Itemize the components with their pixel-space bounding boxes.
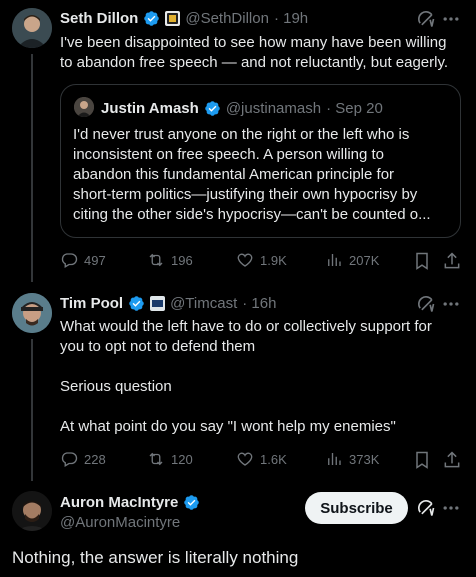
grok-icon[interactable] (416, 294, 436, 314)
grok-icon[interactable] (416, 9, 436, 29)
like-count: 1.6K (260, 451, 287, 467)
tweet-text-line: At what point do you say "I wont help my… (60, 418, 396, 435)
tweet-text: Nothing, the answer is literally nothing (12, 548, 299, 567)
quoted-text-line: I'd never trust anyone on the right or t… (73, 126, 410, 143)
thread-connector (31, 339, 33, 481)
tweet-text-line: you to opt not to defend them (60, 338, 256, 355)
like-button[interactable]: 1.9K (236, 251, 287, 269)
reply-count: 228 (84, 451, 106, 467)
repost-icon (149, 253, 163, 267)
views-count: 207K (349, 252, 380, 268)
tweet-text-line: What would the left have to do or collec… (60, 318, 432, 335)
avatar-auron-macintyre[interactable] (12, 491, 52, 531)
reply-icon (61, 452, 78, 467)
quoted-text-line: abandon this fundamental American princi… (73, 166, 395, 183)
tweet-text: What would the left have to do or collec… (60, 317, 470, 437)
avatar-seth-dillon[interactable] (12, 8, 52, 48)
reply-icon (61, 253, 78, 268)
views-button[interactable]: 373K (325, 450, 379, 468)
quoted-text-line: citing the other side's hypocrisy—can't … (73, 206, 431, 223)
quoted-text-line: short-term politics—justifying their own… (73, 186, 418, 203)
repost-icon (149, 452, 163, 466)
views-button[interactable]: 207K (325, 251, 379, 269)
subscribe-button[interactable]: Subscribe (305, 492, 408, 524)
views-icon (328, 254, 341, 266)
affiliation-badge-icon[interactable] (165, 10, 181, 26)
views-count: 373K (349, 451, 380, 467)
tweet-timestamp[interactable]: · 16h (242, 295, 276, 312)
share-icon[interactable] (442, 251, 462, 271)
avatar-justin-amash (74, 97, 94, 117)
thread-connector (31, 54, 33, 282)
quoted-author-name: Justin Amash (101, 99, 199, 117)
bookmark-icon[interactable] (412, 251, 432, 271)
quoted-text: I'd never trust anyone on the right or t… (73, 125, 453, 225)
author-handle[interactable]: @Timcast (170, 295, 237, 312)
author-name[interactable]: Auron MacIntyre (60, 494, 178, 511)
like-icon (237, 452, 253, 466)
repost-button[interactable]: 120 (147, 450, 193, 468)
reply-count: 497 (84, 252, 106, 268)
views-icon (328, 453, 341, 465)
quoted-author-handle: @justinamash (225, 99, 322, 117)
grok-icon[interactable] (416, 498, 436, 518)
author-handle[interactable]: @SethDillon (185, 10, 269, 27)
like-icon (237, 253, 253, 267)
tweet-timestamp[interactable]: · 19h (274, 10, 308, 27)
tweet-text-line: I've been disappointed to see how many h… (60, 34, 447, 51)
verified-badge-icon (205, 100, 220, 116)
author-handle[interactable]: @AuronMacintyre (60, 514, 180, 531)
tweet-text-line: to abandon free speech — and not relucta… (60, 54, 449, 71)
tweet-text: I've been disappointed to see how many h… (60, 33, 470, 73)
author-name[interactable]: Tim Pool (60, 295, 123, 312)
affiliation-badge-icon[interactable] (150, 295, 166, 311)
more-icon[interactable] (441, 294, 461, 314)
share-icon[interactable] (442, 450, 462, 470)
bookmark-icon[interactable] (412, 450, 432, 470)
verified-badge-icon (144, 10, 160, 26)
repost-button[interactable]: 196 (147, 251, 193, 269)
verified-badge-icon (129, 295, 144, 311)
author-name[interactable]: Seth Dillon (60, 10, 138, 27)
quoted-timestamp: · Sep 20 (326, 99, 383, 117)
avatar-tim-pool[interactable] (12, 293, 52, 333)
verified-badge-icon (184, 494, 200, 510)
tweet-text-line: Serious question (60, 378, 172, 395)
repost-count: 196 (171, 252, 193, 268)
more-icon[interactable] (441, 498, 461, 518)
more-icon[interactable] (441, 9, 461, 29)
like-button[interactable]: 1.6K (236, 450, 287, 468)
quoted-tweet[interactable]: Justin Amash @justinamash · Sep 20 I'd n… (60, 84, 461, 238)
repost-count: 120 (171, 451, 193, 467)
reply-button[interactable]: 497 (60, 251, 106, 269)
reply-button[interactable]: 228 (60, 450, 106, 468)
quoted-text-line: inconsistent on free speech. A person wi… (73, 146, 385, 163)
like-count: 1.9K (260, 252, 287, 268)
